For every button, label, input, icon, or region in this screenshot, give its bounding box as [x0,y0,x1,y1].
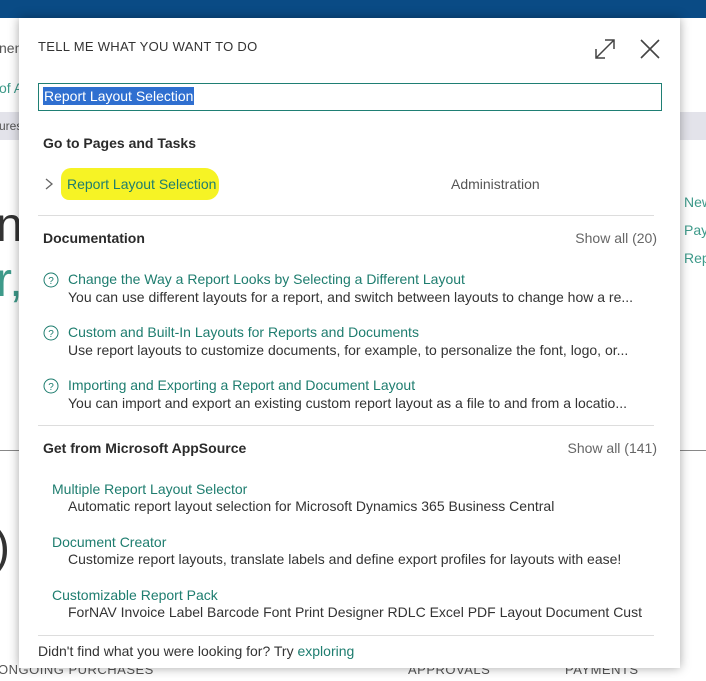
search-input[interactable]: Report Layout Selection [38,83,662,111]
svg-text:?: ? [48,382,54,393]
svg-text:?: ? [48,329,54,340]
documentation-item-title: Custom and Built-In Layouts for Reports … [68,324,419,340]
appsource-item-title: Document Creator [52,534,167,550]
svg-text:?: ? [48,276,54,287]
appsource-item-desc: Automatic report layout selection for Mi… [68,498,555,514]
close-button[interactable] [637,36,663,62]
documentation-item[interactable]: ? Importing and Exporting a Report and D… [43,377,643,417]
documentation-show-all-link[interactable]: Show all (20) [575,230,657,246]
help-icon: ? [43,325,59,341]
close-icon [640,39,660,59]
bg-action-rep[interactable]: Rep [684,250,706,266]
page-result-label: Report Layout Selection [67,176,217,192]
documentation-section-heading: Documentation [43,230,145,246]
documentation-item[interactable]: ? Change the Way a Report Looks by Selec… [43,271,643,311]
expand-icon [595,39,615,59]
appsource-show-all-link[interactable]: Show all (141) [568,440,658,456]
section-divider [38,215,654,216]
appsource-item-desc: ForNAV Invoice Label Barcode Font Print … [68,604,643,620]
appsource-item[interactable]: Customizable Report Pack ForNAV Invoice … [52,587,652,627]
page-result-item[interactable]: Report Layout Selection Administration [43,168,643,200]
documentation-item-desc: You can use different layouts for a repo… [68,289,634,305]
appsource-item-desc: Customize report layouts, translate labe… [68,551,622,567]
pages-section-heading: Go to Pages and Tasks [43,135,197,151]
help-icon: ? [43,378,59,394]
documentation-item-title: Importing and Exporting a Report and Doc… [68,377,416,393]
bg-big-glyph-3: ) [0,520,10,575]
appsource-item[interactable]: Document Creator Customize report layout… [52,534,652,574]
documentation-item-desc: Use report layouts to customize document… [68,342,629,358]
chevron-right-icon [45,178,54,190]
appsource-item-title: Customizable Report Pack [52,587,218,603]
appsource-item[interactable]: Multiple Report Layout Selector Automati… [52,481,652,521]
exploring-link[interactable]: exploring [297,643,354,659]
footer-text: Didn't find what you were looking for? T… [38,643,298,659]
footer-message: Didn't find what you were looking for? T… [38,643,354,659]
documentation-item[interactable]: ? Custom and Built-In Layouts for Report… [43,324,643,364]
app-top-bar [0,0,706,18]
section-divider [38,425,654,426]
bg-action-pay[interactable]: Pay [684,222,706,238]
appsource-section-heading: Get from Microsoft AppSource [43,440,247,456]
expand-button[interactable] [592,36,618,62]
page-result-category: Administration [451,176,540,192]
search-input-text: Report Layout Selection [43,87,195,105]
documentation-item-desc: You can import and export an existing cu… [68,395,628,411]
bg-action-new[interactable]: New [684,194,706,210]
help-icon: ? [43,272,59,288]
appsource-item-title: Multiple Report Layout Selector [52,481,248,497]
section-divider [38,635,654,636]
documentation-item-title: Change the Way a Report Looks by Selecti… [68,271,465,287]
dialog-title: TELL ME WHAT YOU WANT TO DO [38,39,258,54]
tell-me-dialog: TELL ME WHAT YOU WANT TO DO Report Layou… [19,18,680,668]
